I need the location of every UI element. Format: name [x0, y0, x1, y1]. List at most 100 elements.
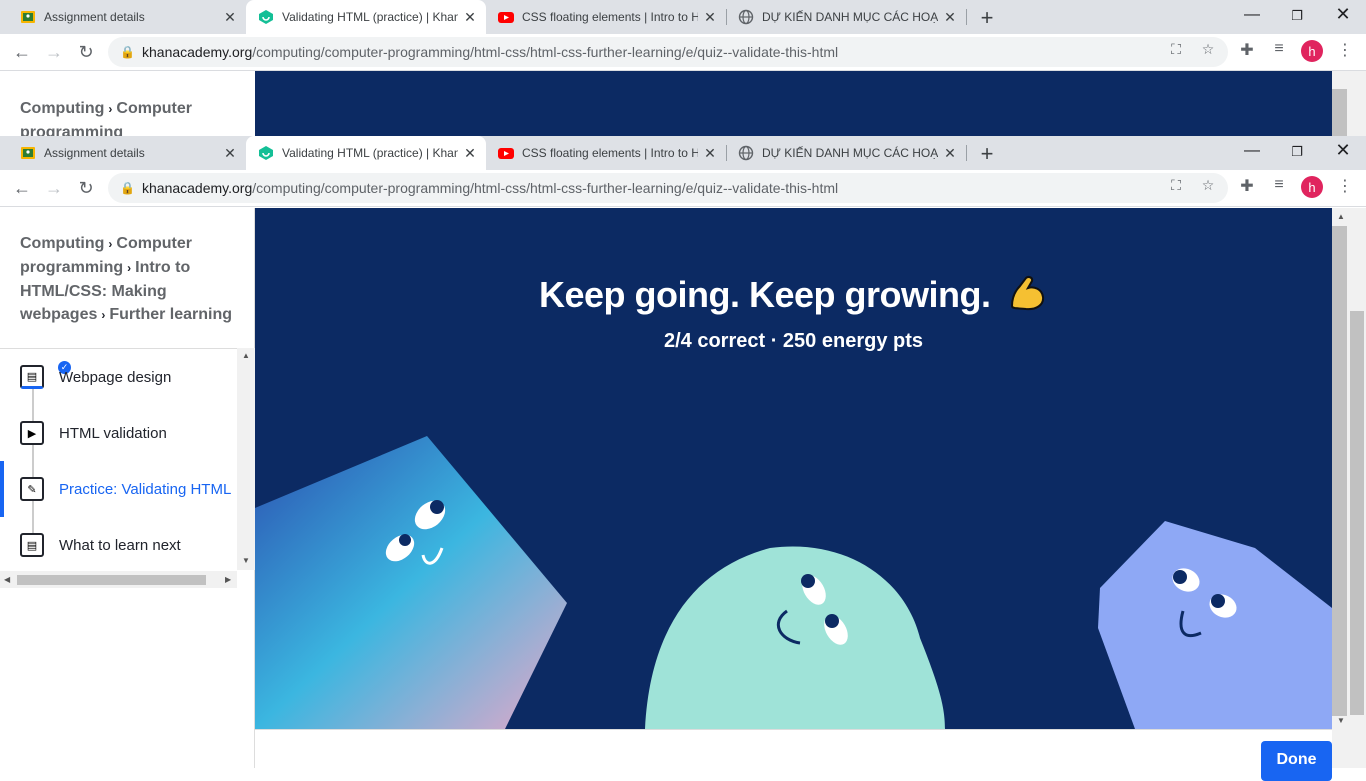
scroll-thumb[interactable]	[1350, 311, 1364, 715]
close-icon[interactable]: ✕	[222, 145, 238, 162]
tab-globe[interactable]: DỰ KIẾN DANH MỤC CÁC HOẠT ✕	[726, 0, 967, 34]
scroll-thumb[interactable]	[17, 575, 206, 585]
tab-khan[interactable]: Validating HTML (practice) | Khan ✕	[246, 136, 486, 170]
crumb-further-learning[interactable]: Further learning	[109, 306, 232, 323]
lesson-label: What to learn next	[59, 536, 181, 554]
globe-icon	[738, 9, 754, 25]
scroll-right-icon[interactable]: ▶	[225, 575, 231, 584]
browser-chrome: Assignment details ✕ Validating HTML (pr…	[0, 136, 1366, 208]
sidebar-hscroll[interactable]: ◀ ▶	[0, 571, 237, 588]
lesson-item[interactable]: ▶ HTML validation	[0, 405, 237, 461]
close-icon[interactable]: ✕	[222, 9, 238, 26]
address-bar[interactable]: 🔒 khanacademy.org/computing/computer-pro…	[108, 37, 1228, 67]
close-icon[interactable]: ✕	[942, 9, 958, 26]
url-path: /computing/computer-programming/html-css…	[252, 180, 839, 196]
back-icon[interactable]: ←	[10, 176, 34, 200]
avatar[interactable]: h	[1301, 40, 1323, 62]
scroll-thumb[interactable]	[1332, 89, 1347, 136]
reload-icon[interactable]: ↻	[74, 40, 98, 64]
new-tab-icon[interactable]: +	[976, 5, 998, 31]
tab-globe[interactable]: DỰ KIẾN DANH MỤC CÁC HOẠT ✕	[726, 136, 967, 170]
tab-youtube[interactable]: CSS floating elements | Intro to H ✕	[486, 136, 727, 170]
forward-icon[interactable]: →	[42, 176, 66, 200]
restore-icon[interactable]: ❐	[1285, 8, 1309, 24]
minimize-icon[interactable]: —	[1240, 142, 1264, 160]
menu-icon[interactable]: ⋮	[1334, 40, 1356, 60]
play-icon: ▶	[20, 421, 44, 445]
tab-title: Assignment details	[44, 146, 145, 160]
lesson-item[interactable]: ▤ What to learn next	[0, 517, 237, 573]
lesson-list: ▤ ✓ Webpage design ▶ HTML validation ✎ Pr…	[0, 348, 237, 570]
forward-icon[interactable]: →	[42, 40, 66, 64]
close-icon[interactable]: ✕	[462, 9, 478, 26]
breadcrumb: Computing › Computer programming › Intro to …	[20, 235, 233, 323]
new-tab-icon[interactable]: +	[976, 141, 998, 167]
extensions-icon[interactable]: ✚	[1236, 176, 1258, 196]
scroll-up-icon[interactable]: ▲	[242, 351, 250, 360]
url-host: khanacademy.org	[142, 44, 253, 60]
lesson-label: HTML validation	[59, 424, 167, 442]
toolbar: ← → ↻ 🔒 khanacademy.org/computing/comput…	[0, 170, 1366, 207]
address-bar[interactable]: 🔒 khanacademy.org/computing/computer-pro…	[108, 173, 1228, 203]
close-icon[interactable]: ✕	[702, 9, 718, 26]
lesson-label: Practice: Validating HTML	[59, 480, 232, 498]
sidebar: Computing › Computer programming › Intro to …	[0, 208, 255, 768]
crumb-computing[interactable]: Computing	[20, 235, 104, 252]
close-icon[interactable]: ✕	[702, 145, 718, 162]
translate-icon[interactable]: ⛶	[1167, 177, 1185, 194]
tab-strip: Assignment details ✕ Validating HTML (pr…	[0, 136, 1366, 170]
tab-assignment[interactable]: Assignment details ✕	[8, 136, 246, 170]
star-icon[interactable]: ☆	[1199, 177, 1217, 194]
scroll-thumb[interactable]	[1332, 226, 1347, 716]
minimize-icon[interactable]: —	[1240, 6, 1264, 24]
translate-icon[interactable]: ⛶	[1167, 41, 1185, 58]
results-hero: Keep going. Keep growing. 2/4 correct · …	[255, 208, 1332, 729]
classroom-icon	[20, 145, 36, 161]
close-window-icon[interactable]: ✕	[1331, 140, 1355, 161]
media-icon[interactable]: ≡	[1268, 40, 1290, 58]
tab-title: Validating HTML (practice) | Khan	[282, 146, 458, 160]
khan-academy-icon	[258, 9, 274, 25]
restore-icon[interactable]: ❐	[1285, 144, 1309, 160]
browser-chrome-back: Assignment details ✕ Validating HTML (pr…	[0, 0, 1366, 71]
back-icon[interactable]: ←	[10, 40, 34, 64]
tab-title: CSS floating elements | Intro to H	[522, 146, 698, 160]
scroll-up-icon[interactable]: ▲	[1337, 212, 1345, 221]
scroll-left-icon[interactable]: ◀	[4, 575, 10, 584]
toolbar: ← → ↻ 🔒 khanacademy.org/computing/comput…	[0, 34, 1366, 71]
lesson-item[interactable]: ▤ ✓ Webpage design	[0, 349, 237, 405]
scroll-down-icon[interactable]: ▼	[242, 556, 250, 565]
menu-icon[interactable]: ⋮	[1334, 176, 1356, 196]
tab-strip: Assignment details ✕ Validating HTML (pr…	[0, 0, 1366, 34]
page-scrollbar[interactable]: ▲ ▼	[1332, 208, 1366, 768]
close-window-icon[interactable]: ✕	[1331, 4, 1355, 25]
reload-icon[interactable]: ↻	[74, 176, 98, 200]
characters-illustration	[255, 436, 1332, 729]
lesson-label: Webpage design	[59, 368, 172, 386]
tab-title: DỰ KIẾN DANH MỤC CÁC HOẠT	[762, 10, 938, 24]
avatar[interactable]: h	[1301, 176, 1323, 198]
close-icon[interactable]: ✕	[462, 145, 478, 162]
extensions-icon[interactable]: ✚	[1236, 40, 1258, 60]
youtube-icon	[498, 145, 514, 161]
lesson-item-active[interactable]: ✎ Practice: Validating HTML	[0, 461, 237, 517]
lock-icon: 🔒	[120, 181, 135, 195]
url-host: khanacademy.org	[142, 180, 253, 196]
media-icon[interactable]: ≡	[1268, 176, 1290, 194]
tab-youtube[interactable]: CSS floating elements | Intro to H ✕	[486, 0, 727, 34]
blue-blob-character	[255, 436, 567, 729]
crumb[interactable]: Computing	[20, 100, 104, 117]
star-icon[interactable]: ☆	[1199, 41, 1217, 58]
tab-assignment[interactable]: Assignment details ✕	[8, 0, 246, 34]
globe-icon	[738, 145, 754, 161]
close-icon[interactable]: ✕	[942, 145, 958, 162]
tab-title: DỰ KIẾN DANH MỤC CÁC HOẠT	[762, 146, 938, 160]
done-button[interactable]: Done	[1261, 741, 1332, 781]
tab-title: Validating HTML (practice) | Khan	[282, 10, 458, 24]
sidebar-vscroll[interactable]: ▲ ▼	[237, 348, 255, 570]
pencil-icon: ✎	[20, 477, 44, 501]
tab-khan[interactable]: Validating HTML (practice) | Khan ✕	[246, 0, 486, 34]
scroll-down-icon[interactable]: ▼	[1337, 716, 1345, 725]
sidebar-peek: Computing › Computer programming	[0, 71, 255, 136]
scrollbar-peek[interactable]	[1332, 71, 1366, 136]
